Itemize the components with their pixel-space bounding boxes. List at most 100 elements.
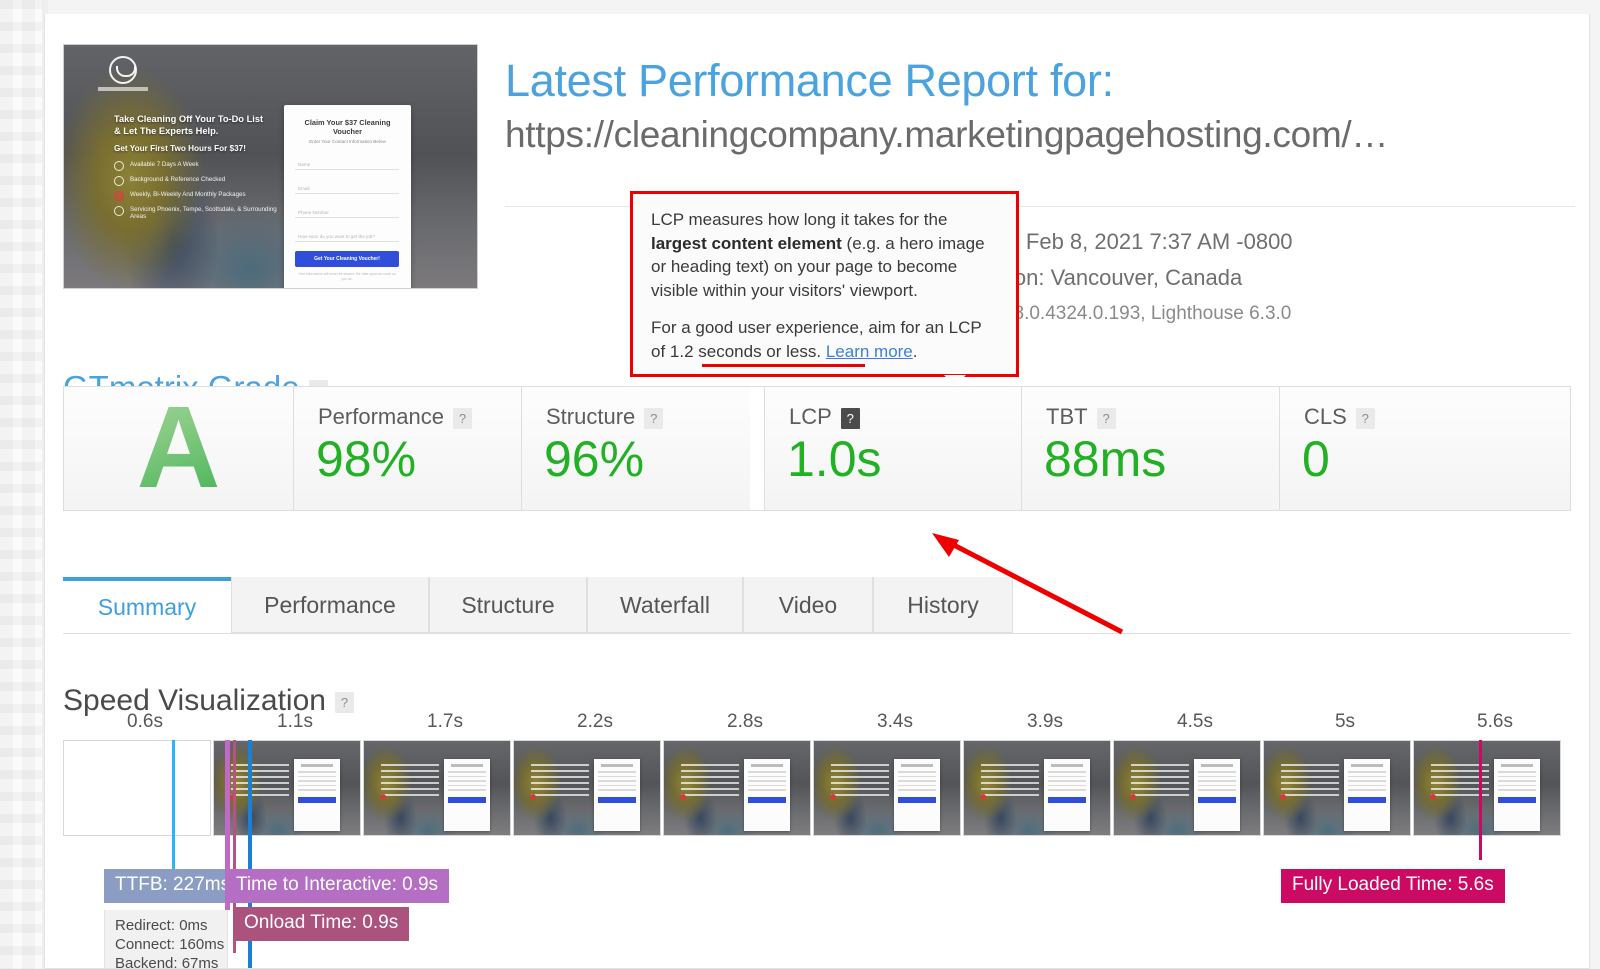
frame-form-card — [594, 759, 640, 831]
page-title: Latest Performance Report for: — [505, 55, 1114, 106]
frame-accent-dot — [830, 794, 836, 800]
frame-accent-dot — [680, 794, 686, 800]
tab-video[interactable]: Video — [743, 577, 873, 633]
frame-text-lines — [1131, 764, 1189, 800]
tick-label: 0.6s — [127, 711, 163, 732]
frame-thumbnail — [814, 741, 960, 835]
metric-tbt: TBT? 88ms — [1022, 387, 1280, 510]
learn-more-link[interactable]: Learn more — [826, 342, 913, 361]
tick-label: 1.1s — [277, 711, 313, 732]
filmstrip-frame[interactable] — [363, 740, 511, 836]
tab-summary[interactable]: Summary — [63, 577, 231, 633]
frame-accent-dot — [1280, 794, 1286, 800]
timing-field: How soon do you want to get the job? — [295, 229, 399, 242]
question-mark-icon[interactable]: ? — [840, 407, 860, 429]
report-card: Take Cleaning Off Your To-Do List & Let … — [44, 14, 1590, 969]
grade-bar-gap — [750, 387, 764, 510]
question-mark-icon[interactable]: ? — [452, 407, 472, 429]
form-fine-print: Your information will never be shared. W… — [298, 272, 396, 281]
screenshot-root: Take Cleaning Off Your To-Do List & Let … — [0, 0, 1600, 969]
check-icon — [114, 161, 124, 171]
metric-lcp: LCP? 1.0s — [764, 387, 1022, 510]
question-mark-icon[interactable]: ? — [1096, 407, 1116, 429]
frame-form-card — [1344, 759, 1390, 831]
question-mark-icon[interactable]: ? — [334, 691, 354, 713]
metric-value: 96% — [544, 431, 645, 487]
tooltip-red-underline — [702, 364, 865, 367]
tick-label: 4.5s — [1177, 711, 1213, 732]
frame-accent-dot — [1130, 794, 1136, 800]
page-screenshot-thumbnail[interactable]: Take Cleaning Off Your To-Do List & Let … — [63, 44, 478, 289]
list-item: Available 7 Days A Week — [114, 159, 284, 174]
phone-field: Phone Number — [295, 205, 399, 218]
report-tabs: Summary Performance Structure Waterfall … — [63, 577, 1571, 634]
check-icon — [114, 176, 124, 186]
tabs-underline — [63, 633, 1571, 634]
report-url[interactable]: https://cleaningcompany.marketingpagehos… — [505, 110, 1577, 160]
tab-history[interactable]: History — [873, 577, 1013, 633]
frame-form-card — [1194, 759, 1240, 831]
lcp-tooltip: LCP measures how long it takes for the l… — [630, 191, 1019, 377]
metric-value: 1.0s — [787, 431, 882, 487]
check-icon — [114, 206, 124, 216]
filmstrip-frame[interactable] — [663, 740, 811, 836]
frame-text-lines — [981, 764, 1039, 800]
frame-form-card — [744, 759, 790, 831]
metric-label: Performance? — [318, 404, 472, 430]
metric-label: CLS? — [1304, 404, 1375, 430]
tick-label: 3.9s — [1027, 711, 1063, 732]
metric-performance: Performance? 98% — [294, 387, 522, 510]
frame-text-lines — [381, 764, 439, 800]
metric-structure: Structure? 96% — [522, 387, 750, 510]
metric-value: 0 — [1302, 431, 1330, 487]
frame-text-lines — [231, 764, 289, 800]
form-submit-button: Get Your Cleaning Voucher! — [295, 251, 399, 267]
thumbnail-subheadline: Get Your First Two Hours For $37! — [114, 144, 246, 153]
tab-waterfall[interactable]: Waterfall — [587, 577, 743, 633]
frame-accent-dot — [1430, 794, 1436, 800]
tab-structure[interactable]: Structure — [429, 577, 587, 633]
connect-time: Connect: 160ms — [115, 936, 225, 953]
frame-thumbnail — [1114, 741, 1260, 835]
list-item: Weekly, Bi-Weekly And Monthly Packages — [114, 189, 284, 204]
fully-loaded-badge: Fully Loaded Time: 5.6s — [1281, 869, 1505, 903]
tick-label: 2.8s — [727, 711, 763, 732]
frame-thumbnail — [1414, 741, 1560, 835]
tooltip-pointer-arrow — [944, 375, 966, 386]
filmstrip-frame[interactable] — [963, 740, 1111, 836]
frame-form-card — [1044, 759, 1090, 831]
question-mark-icon[interactable]: ? — [644, 407, 664, 429]
thumbnail-lead-form: Claim Your $37 Cleaning Voucher Enter Yo… — [284, 105, 411, 288]
filmstrip-frame[interactable] — [63, 740, 211, 836]
tooltip-text-bold: largest content element — [651, 233, 842, 253]
filmstrip-frame[interactable] — [1113, 740, 1261, 836]
frame-thumbnail — [514, 741, 660, 835]
grade-summary-bar: A Performance? 98% Structure? 96% LCP? 1… — [63, 386, 1571, 511]
frame-text-lines — [831, 764, 889, 800]
name-field: Name — [295, 157, 399, 170]
metric-value: 98% — [316, 431, 417, 487]
frame-form-card — [294, 759, 340, 831]
ttfb-badge: TTFB: 227ms — [104, 869, 242, 903]
filmstrip-frame[interactable] — [813, 740, 961, 836]
tab-performance[interactable]: Performance — [231, 577, 429, 633]
ttfb-breakdown: Redirect: 0ms Connect: 160ms Backend: 67… — [104, 910, 228, 968]
gtmetrix-grade-cell: A — [64, 387, 294, 510]
frame-thumbnail — [364, 741, 510, 835]
frame-form-card — [1494, 759, 1540, 831]
question-mark-icon[interactable]: ? — [1355, 407, 1375, 429]
frame-accent-dot — [530, 794, 536, 800]
frame-text-lines — [1281, 764, 1339, 800]
metric-value: 88ms — [1044, 431, 1167, 487]
form-title: Claim Your $37 Cleaning Voucher — [304, 118, 391, 136]
filmstrip-frame[interactable] — [513, 740, 661, 836]
tooltip-text-d: For a good user experience, aim for an L… — [651, 318, 982, 361]
frame-text-lines — [531, 764, 589, 800]
list-item: Servicing Phoenix, Tempe, Scottsdale, & … — [114, 204, 284, 220]
filmstrip-frame[interactable] — [1263, 740, 1411, 836]
ttfb-marker — [172, 740, 175, 885]
frame-thumbnail — [1264, 741, 1410, 835]
tooltip-text-e: . — [912, 341, 918, 361]
list-item: Background & Reference Checked — [114, 174, 284, 189]
filmstrip-frame[interactable] — [1413, 740, 1561, 836]
